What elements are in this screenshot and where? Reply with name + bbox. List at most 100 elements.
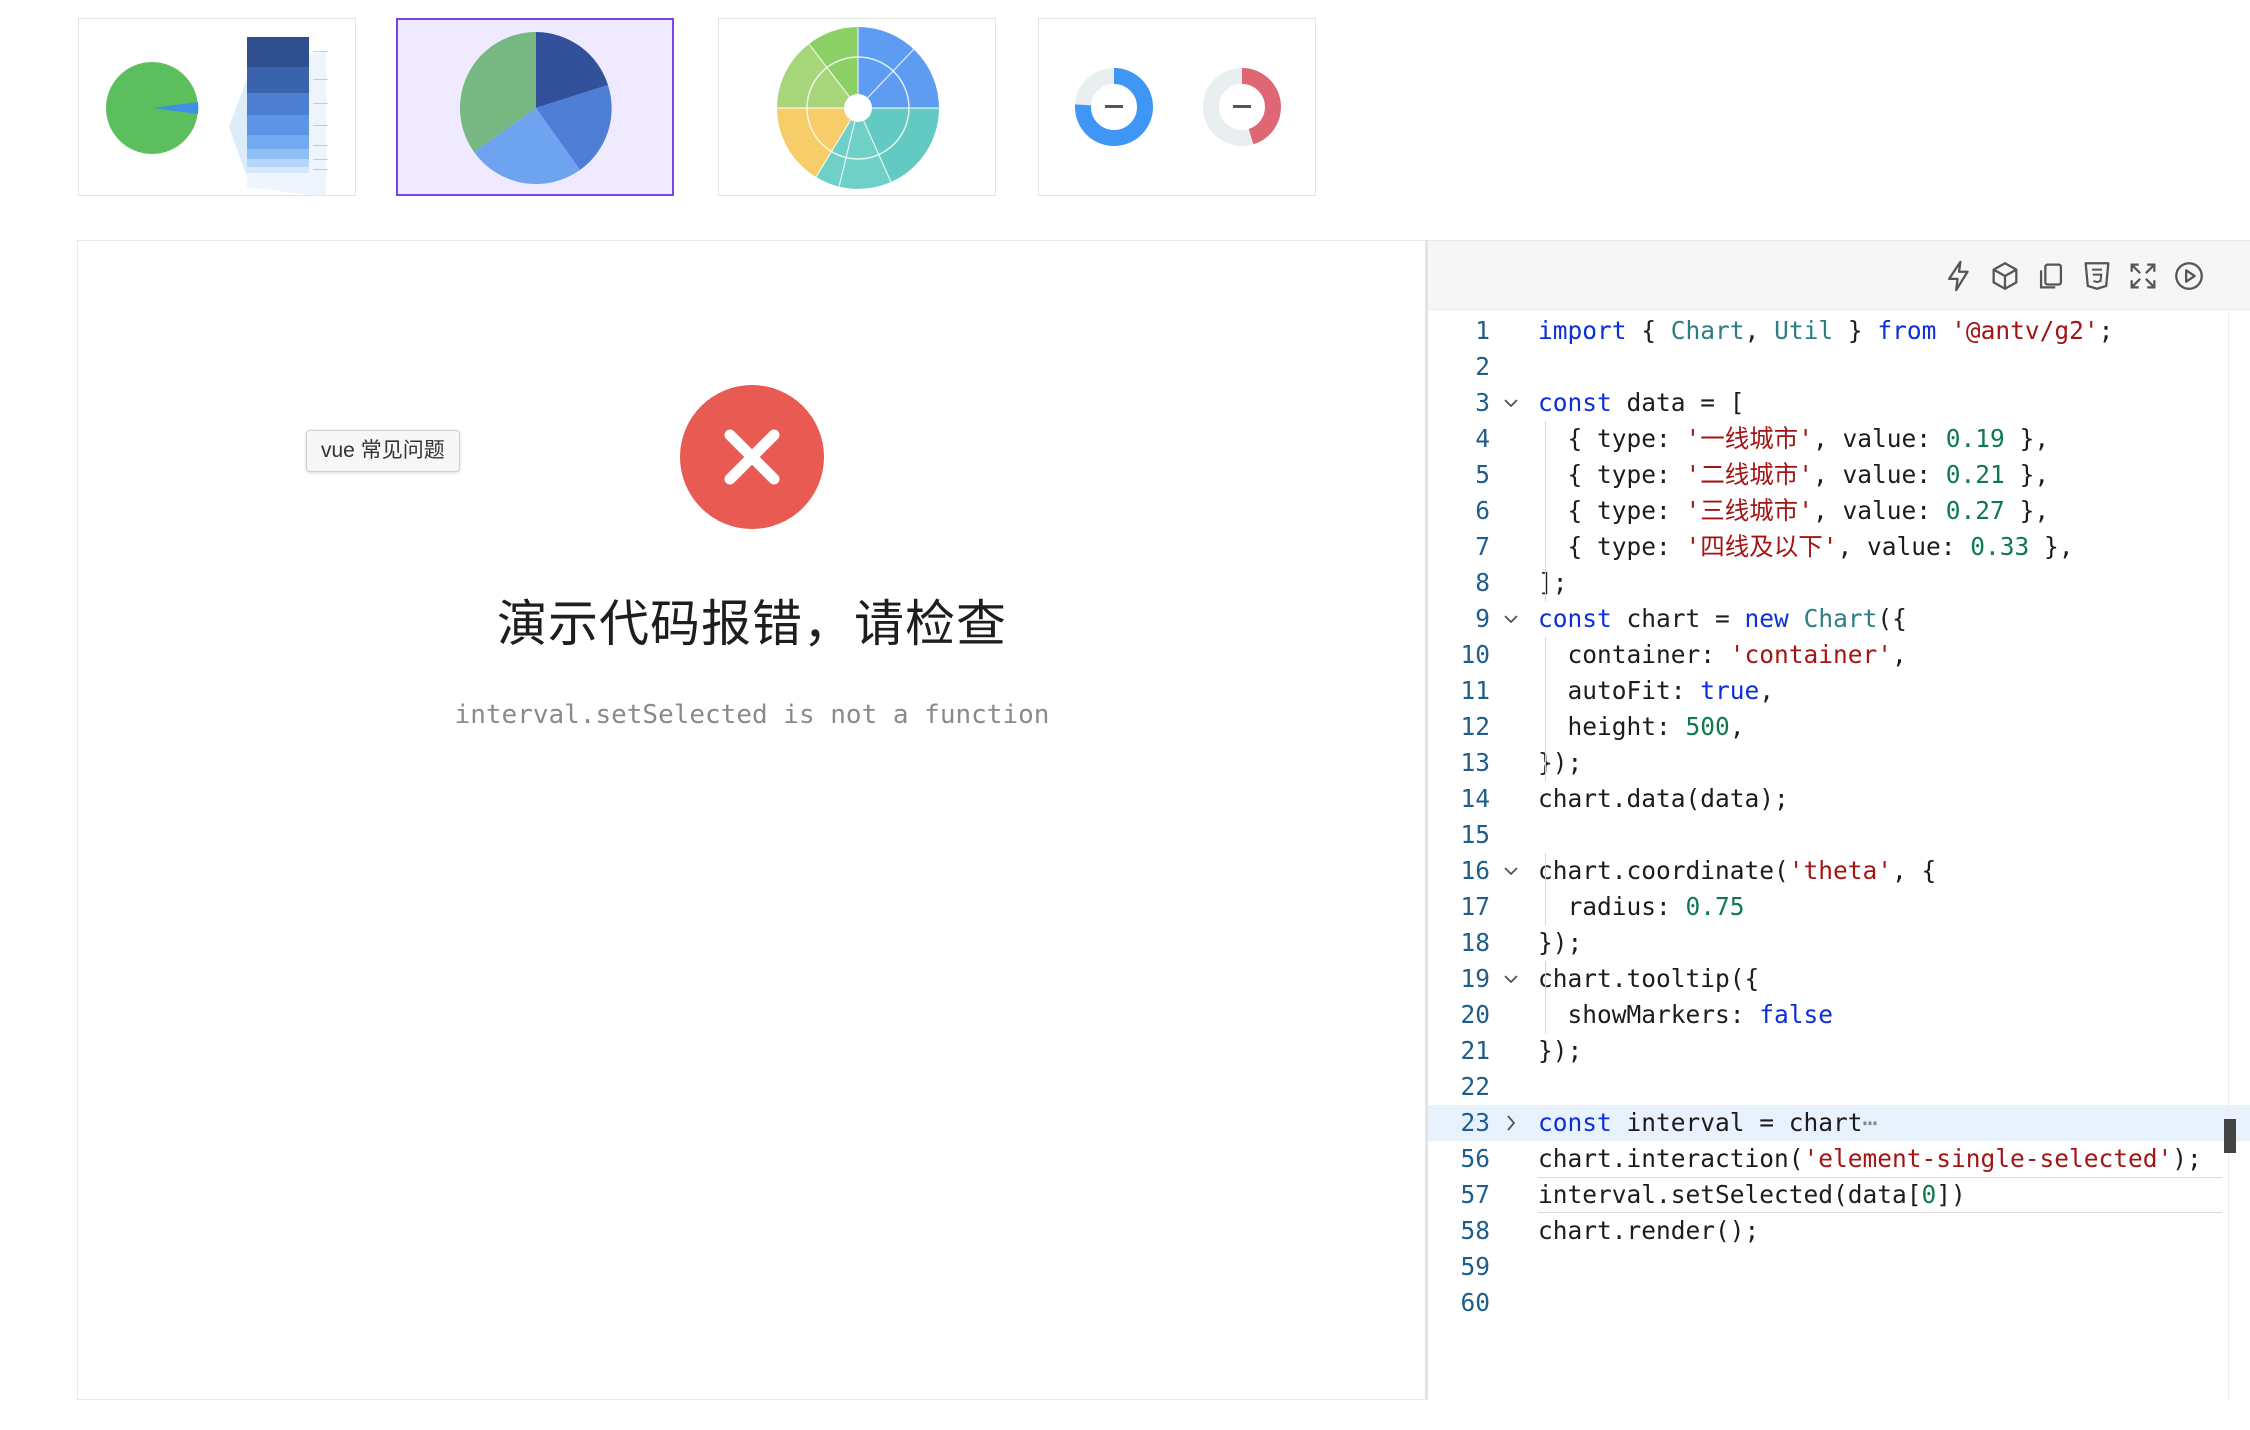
line-number: 7	[1475, 532, 1490, 561]
line-number: 59	[1460, 1252, 1490, 1281]
line-number: 8	[1475, 568, 1490, 597]
code-line[interactable]: 8];	[1428, 565, 2250, 601]
fold-closed-chevron-icon[interactable]	[1500, 1105, 1522, 1141]
svg-text:———: ———	[313, 167, 328, 173]
code-line[interactable]: 59	[1428, 1249, 2250, 1285]
code-line[interactable]: 9 const chart = new Chart({	[1428, 601, 2250, 637]
code-text: chart.interaction('element-single-select…	[1538, 1144, 2202, 1173]
code-line[interactable]: 16 chart.coordinate('theta', {	[1428, 853, 2250, 889]
fullscreen-icon[interactable]	[2126, 259, 2160, 293]
code-line[interactable]: 5 { type: '二线城市', value: 0.21 },	[1428, 457, 2250, 493]
code-line[interactable]: 6 { type: '三线城市', value: 0.27 },	[1428, 493, 2250, 529]
code-text: chart.coordinate('theta', {	[1538, 856, 1937, 885]
editor-scrollbar[interactable]	[2228, 313, 2229, 1401]
code-line[interactable]: 56 chart.interaction('element-single-sele…	[1428, 1141, 2250, 1177]
line-number: 56	[1460, 1144, 1490, 1173]
code-text: chart.render();	[1538, 1216, 1760, 1245]
line-number: 13	[1460, 748, 1490, 777]
code-text: height: 500,	[1538, 712, 1745, 741]
code-line[interactable]: 15	[1428, 817, 2250, 853]
code-line[interactable]: 20 showMarkers: false	[1428, 997, 2250, 1033]
line-number: 9	[1475, 604, 1490, 633]
fold-open-chevron-icon[interactable]	[1500, 601, 1522, 637]
funnel-pie-thumbnail[interactable]: ——— ——— ——— ——— ——— ——— ———	[78, 18, 356, 197]
donut-progress-thumbnail[interactable]	[1038, 18, 1316, 196]
current-line-highlight	[1538, 1177, 2222, 1213]
line-number: 58	[1460, 1216, 1490, 1245]
sunburst-thumbnail[interactable]	[718, 18, 996, 196]
code-line[interactable]: 17 radius: 0.75	[1428, 889, 2250, 925]
line-number: 18	[1460, 928, 1490, 957]
funnel-pie-preview: ——— ——— ——— ——— ——— ——— ———	[106, 37, 328, 197]
code-line[interactable]: 2	[1428, 349, 2250, 385]
line-number: 19	[1460, 964, 1490, 993]
line-number: 23	[1460, 1108, 1490, 1137]
code-line[interactable]: 14 chart.data(data);	[1428, 781, 2250, 817]
line-number: 16	[1460, 856, 1490, 885]
code-line[interactable]: 4 { type: '一线城市', value: 0.19 },	[1428, 421, 2250, 457]
code-editor[interactable]: 1 import { Chart, Util } from '@antv/g2';…	[1428, 240, 2250, 1401]
code-line[interactable]: 22	[1428, 1069, 2250, 1105]
indent-guide	[1545, 421, 1546, 601]
sunburst-preview	[777, 27, 939, 189]
lightning-icon[interactable]	[1942, 259, 1976, 293]
editor-toolbar	[1428, 241, 2250, 310]
line-number: 21	[1460, 1036, 1490, 1065]
code-line[interactable]: 13});	[1428, 745, 2250, 781]
svg-text:———: ———	[313, 101, 328, 107]
line-number: 3	[1475, 388, 1490, 417]
code-line[interactable]: 1 import { Chart, Util } from '@antv/g2';	[1428, 313, 2250, 349]
code-line[interactable]: 12 height: 500,	[1428, 709, 2250, 745]
copy-icon[interactable]	[2034, 259, 2068, 293]
code-text: import { Chart, Util } from '@antv/g2';	[1538, 316, 2114, 345]
error-message: interval.setSelected is not a function	[454, 700, 1050, 730]
code-text: chart.tooltip({	[1538, 964, 1760, 993]
code-text: const data = [	[1538, 388, 1745, 417]
code-text: { type: '四线及以下', value: 0.33 },	[1538, 532, 2074, 561]
code-line[interactable]: 21});	[1428, 1033, 2250, 1069]
code-line[interactable]: 10 container: 'container',	[1428, 637, 2250, 673]
editor-scroll-thumb[interactable]	[2224, 1119, 2236, 1153]
pie-thumbnail[interactable]	[396, 18, 674, 196]
fold-open-chevron-icon[interactable]	[1500, 385, 1522, 421]
code-text: { type: '三线城市', value: 0.27 },	[1538, 496, 2050, 525]
code-text: { type: '二线城市', value: 0.21 },	[1538, 460, 2050, 489]
code-line[interactable]: 58 chart.render();	[1428, 1213, 2250, 1249]
code-text: autoFit: true,	[1538, 676, 1775, 705]
code-text: ];	[1538, 568, 1568, 597]
code-line[interactable]: 23 const interval = chart⋯	[1428, 1105, 2250, 1141]
line-number: 6	[1475, 496, 1490, 525]
error-icon	[680, 385, 824, 529]
svg-text:———: ———	[313, 123, 328, 129]
vue-faq-tooltip[interactable]: vue 常见问题	[306, 430, 460, 472]
code-line[interactable]: 19 chart.tooltip({	[1428, 961, 2250, 997]
code-line[interactable]: 60	[1428, 1285, 2250, 1321]
line-number: 20	[1460, 1000, 1490, 1029]
html5-icon[interactable]	[2080, 259, 2114, 293]
play-icon[interactable]	[2172, 259, 2206, 293]
code-text: });	[1538, 1036, 1583, 1065]
code-line[interactable]: 7 { type: '四线及以下', value: 0.33 },	[1428, 529, 2250, 565]
pie-preview	[459, 31, 612, 185]
code-text: chart.data(data);	[1538, 784, 1789, 813]
error-title: 演示代码报错，请检查	[497, 596, 1007, 652]
line-number: 15	[1460, 820, 1490, 849]
code-text: container: 'container',	[1538, 640, 1907, 669]
svg-text:———: ———	[313, 49, 328, 55]
fold-open-chevron-icon[interactable]	[1500, 853, 1522, 889]
code-line[interactable]: 3 const data = [	[1428, 385, 2250, 421]
indent-guide	[1545, 637, 1546, 781]
line-number: 22	[1460, 1072, 1490, 1101]
line-number: 4	[1475, 424, 1490, 453]
code-line[interactable]: 18});	[1428, 925, 2250, 961]
code-line[interactable]: 57 interval.setSelected(data[0])	[1428, 1177, 2250, 1213]
line-number: 11	[1460, 676, 1490, 705]
cube-icon[interactable]	[1988, 259, 2022, 293]
line-number: 5	[1475, 460, 1490, 489]
code-line[interactable]: 11 autoFit: true,	[1428, 673, 2250, 709]
indent-guide	[1545, 961, 1546, 1033]
fold-open-chevron-icon[interactable]	[1500, 961, 1522, 997]
svg-text:———: ———	[313, 143, 328, 149]
donut-preview	[1075, 68, 1281, 146]
line-number: 10	[1460, 640, 1490, 669]
